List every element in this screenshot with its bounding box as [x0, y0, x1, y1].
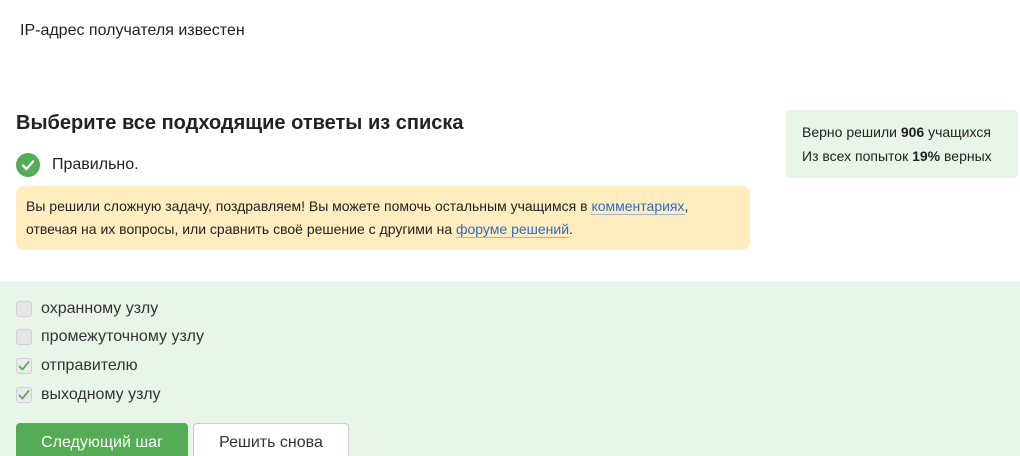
option-label: отправителю — [41, 357, 138, 374]
result-status: Правильно. — [16, 152, 139, 178]
status-label: Правильно. — [52, 156, 139, 173]
option-item[interactable]: промежуточному узлу — [16, 326, 204, 348]
stats-panel: Верно решили 906 учащихся Из всех попыто… — [786, 110, 1018, 178]
next-step-button[interactable]: Следующий шаг — [16, 423, 188, 456]
option-label: выходному узлу — [41, 386, 161, 403]
question-text: IP-адрес получателя известен — [20, 22, 245, 39]
solved-prefix: Верно решили — [802, 124, 901, 140]
task-heading: Выберите все подходящие ответы из списка — [16, 112, 464, 134]
option-item[interactable]: отправителю — [16, 355, 138, 377]
answer-options-panel: охранному узлу промежуточному узлу отпра… — [0, 281, 1020, 456]
solve-again-button[interactable]: Решить снова — [193, 423, 349, 456]
rate-suffix: верных — [940, 148, 992, 164]
solved-suffix: учащихся — [924, 124, 991, 140]
check-circle-icon — [16, 153, 40, 177]
option-checkbox[interactable] — [16, 301, 32, 317]
option-label: промежуточному узлу — [41, 328, 204, 345]
rate-prefix: Из всех попыток — [802, 148, 913, 164]
comments-link[interactable]: комментариях — [591, 198, 685, 215]
success-rate: 19% — [912, 148, 941, 164]
notice-text-end: . — [569, 221, 573, 237]
option-item[interactable]: выходному узлу — [16, 384, 161, 406]
step-page: IP-адрес получателя известен Выберите вс… — [0, 0, 1020, 456]
checkmark-icon — [18, 361, 30, 371]
success-rate-line: Из всех попыток 19% верных — [802, 144, 1002, 168]
solved-count-line: Верно решили 906 учащихся — [802, 120, 1002, 144]
option-item[interactable]: охранному узлу — [16, 298, 158, 320]
option-checkbox[interactable] — [16, 387, 32, 403]
solutions-forum-link[interactable]: форуме решений — [456, 221, 570, 238]
congrats-notice: Вы решили сложную задачу, поздравляем! В… — [16, 186, 750, 250]
option-label: охранному узлу — [41, 300, 159, 317]
notice-text: Вы решили сложную задачу, поздравляем! В… — [26, 198, 592, 214]
option-checkbox[interactable] — [16, 358, 32, 374]
checkmark-icon — [18, 390, 30, 400]
option-checkbox[interactable] — [16, 329, 32, 345]
solved-count: 906 — [900, 124, 925, 140]
